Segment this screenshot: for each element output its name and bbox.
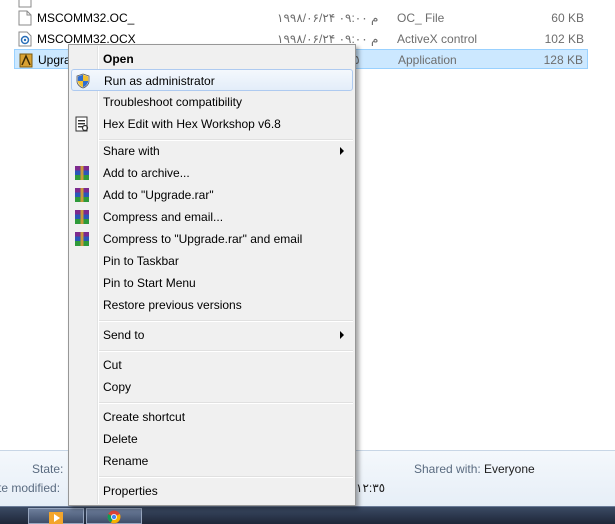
- file-size: 128 KB: [543, 53, 583, 67]
- menu-item-label: Pin to Taskbar: [103, 254, 179, 268]
- menu-item-label: Compress and email...: [103, 210, 224, 224]
- menu-item-label: Rename: [103, 454, 149, 468]
- menu-item-share-with[interactable]: Share with: [71, 140, 353, 162]
- blank-file-icon: [18, 10, 32, 26]
- menu-item-pin-to-start-menu[interactable]: Pin to Start Menu: [71, 272, 353, 294]
- file-size: 60 KB: [551, 11, 584, 25]
- submenu-arrow-icon: [340, 147, 344, 155]
- file-row[interactable]: MSCOMM32.OC_ ۱۹۹۸/۰۶/۲۴ م ۰۹:۰۰ OC_ File…: [14, 8, 588, 28]
- menu-item-create-shortcut[interactable]: Create shortcut: [71, 406, 353, 428]
- file-size: 102 KB: [544, 32, 584, 46]
- menu-item-label: Properties: [103, 484, 158, 498]
- menu-separator: [99, 402, 353, 404]
- menu-item-label: Pin to Start Menu: [103, 276, 196, 290]
- menu-item-label: Send to: [103, 328, 145, 342]
- shared-with-value: Everyone: [484, 462, 535, 476]
- menu-item-label: Cut: [103, 358, 122, 372]
- menu-separator: [99, 350, 353, 352]
- file-type: OC_ File: [397, 11, 445, 25]
- menu-item-run-as-administrator[interactable]: Run as administrator: [71, 69, 353, 91]
- menu-item-delete[interactable]: Delete: [71, 428, 353, 450]
- menu-separator: [99, 476, 353, 478]
- file-date: ۱۹۹۸/۰۶/۲۴ م ۰۹:۰۰: [277, 11, 379, 25]
- menu-item-label: Add to "Upgrade.rar": [103, 188, 214, 202]
- menu-item-hex-edit[interactable]: Hex Edit with Hex Workshop v6.8: [71, 113, 353, 135]
- menu-item-add-to-archive[interactable]: Add to archive...: [71, 162, 353, 184]
- uac-shield-icon: [75, 73, 91, 89]
- activex-icon: [18, 31, 32, 47]
- taskbar: [0, 506, 615, 524]
- menu-item-restore-previous-versions[interactable]: Restore previous versions: [71, 294, 353, 316]
- menu-item-compress-to-upgrade-rar-and-email[interactable]: Compress to "Upgrade.rar" and email: [71, 228, 353, 250]
- state-label: State:: [32, 462, 64, 476]
- shared-with-label: Shared with:: [414, 462, 481, 476]
- menu-item-label: Open: [103, 52, 134, 66]
- menu-item-label: Compress to "Upgrade.rar" and email: [103, 232, 303, 246]
- menu-item-rename[interactable]: Rename: [71, 450, 353, 472]
- menu-item-compress-and-email[interactable]: Compress and email...: [71, 206, 353, 228]
- winrar-icon: [74, 231, 90, 247]
- chrome-icon: [107, 510, 121, 524]
- menu-item-cut[interactable]: Cut: [71, 354, 353, 376]
- menu-item-open[interactable]: Open: [71, 48, 353, 70]
- media-player-icon: [49, 512, 63, 524]
- winrar-icon: [74, 187, 90, 203]
- file-name: MSCOMM32.OC_: [37, 11, 135, 25]
- hex-workshop-icon: [74, 116, 90, 132]
- submenu-arrow-icon: [340, 331, 344, 339]
- menu-item-send-to[interactable]: Send to: [71, 324, 353, 346]
- menu-item-label: Add to archive...: [103, 166, 190, 180]
- menu-item-label: Run as administrator: [104, 74, 215, 88]
- menu-item-troubleshoot-compatibility[interactable]: Troubleshoot compatibility: [71, 91, 353, 113]
- menu-item-copy[interactable]: Copy: [71, 376, 353, 398]
- file-type: Application: [398, 53, 457, 67]
- menu-item-label: Hex Edit with Hex Workshop v6.8: [103, 117, 281, 131]
- file-icon: [18, 0, 32, 8]
- winrar-icon: [74, 165, 90, 181]
- menu-item-add-to-upgrade-rar[interactable]: Add to "Upgrade.rar": [71, 184, 353, 206]
- taskbar-media-player-button[interactable]: [28, 508, 84, 524]
- menu-separator: [99, 320, 353, 322]
- menu-item-label: Copy: [103, 380, 132, 394]
- menu-item-label: Create shortcut: [103, 410, 186, 424]
- file-type: ActiveX control: [397, 32, 478, 46]
- winrar-icon: [74, 209, 90, 225]
- file-name: Upgra: [38, 53, 71, 67]
- application-icon: [19, 52, 33, 68]
- menu-item-label: Troubleshoot compatibility: [103, 95, 242, 109]
- menu-item-label: Restore previous versions: [103, 298, 242, 312]
- menu-item-label: Share with: [103, 144, 160, 158]
- menu-item-pin-to-taskbar[interactable]: Pin to Taskbar: [71, 250, 353, 272]
- date-modified-value: ۱۲:۳٥: [356, 481, 386, 495]
- date-modified-label: te modified:: [0, 481, 61, 495]
- taskbar-chrome-button[interactable]: [86, 508, 142, 524]
- context-menu: Open Run as administrator Troubleshoot c…: [68, 44, 356, 506]
- menu-item-properties[interactable]: Properties: [71, 480, 353, 502]
- menu-item-label: Delete: [103, 432, 138, 446]
